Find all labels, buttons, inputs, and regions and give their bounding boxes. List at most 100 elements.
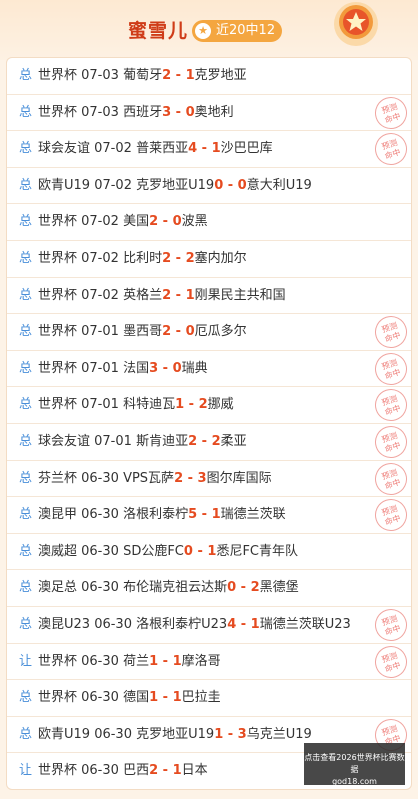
league-name: 澳足总 <box>38 580 82 596</box>
away-team: 厄瓜多尔 <box>194 324 247 340</box>
match-row[interactable]: 总世界杯 07-02 美国2 - 0波黑 <box>7 204 411 241</box>
match-type: 总 <box>19 397 33 413</box>
league-name: 世界杯 <box>38 397 82 413</box>
league-name: 澳昆U23 <box>38 617 95 632</box>
match-row[interactable]: 总芬兰杯 06-30 VPS瓦萨2 - 3图尔库国际 预测 命中 <box>7 458 411 499</box>
match-date: 07-02 <box>81 287 124 303</box>
league-name: 欧青U19 <box>38 177 95 193</box>
match-row[interactable]: 总欧青U19 07-02 克罗地亚U190 - 0意大利U19 <box>7 168 411 205</box>
prediction-hit-stamp: 预测 命中 <box>370 604 411 646</box>
away-team: 日本 <box>181 763 208 779</box>
league-name: 澳威超 <box>38 543 82 559</box>
home-team: 洛根利泰柠 <box>123 507 189 523</box>
league-name: 世界杯 <box>38 214 82 230</box>
match-info: 世界杯 06-30 荷兰1 - 1摩洛哥 <box>38 644 221 680</box>
home-team: 德国 <box>123 690 150 706</box>
away-team: 柔亚 <box>220 434 247 449</box>
match-row[interactable]: 总世界杯 07-03 葡萄牙2 - 1克罗地亚 <box>7 58 411 95</box>
match-date: 07-01 <box>81 397 124 413</box>
match-row[interactable]: 总世界杯 07-03 西班牙3 - 0奥地利 预测 命中 <box>7 92 411 133</box>
match-type: 总 <box>19 324 33 340</box>
away-team: 瑞德兰茨联U23 <box>259 617 351 632</box>
score: 3 - 0 <box>162 104 195 120</box>
home-team: 洛根利泰柠U23 <box>136 617 228 632</box>
match-row[interactable]: 总澳足总 06-30 布伦瑞克祖云达斯0 - 2黑德堡 <box>7 570 411 607</box>
league-name: 世界杯 <box>38 690 82 706</box>
home-team: VPS瓦萨 <box>123 470 175 486</box>
match-row[interactable]: 总球会友谊 07-02 普莱西亚4 - 1沙巴巴库 预测 命中 <box>7 129 411 170</box>
match-row[interactable]: 总世界杯 06-30 德国1 - 1巴拉圭 <box>7 680 411 717</box>
match-row[interactable]: 总世界杯 07-01 法国3 - 0瑞典 预测 命中 <box>7 348 411 389</box>
league-name: 世界杯 <box>38 324 82 340</box>
league-name: 球会友谊 <box>38 141 95 157</box>
match-date: 07-02 <box>94 141 137 157</box>
league-name: 欧青U19 <box>38 726 95 742</box>
match-info: 世界杯 07-02 英格兰2 - 1刚果民主共和国 <box>38 278 286 314</box>
home-team: 英格兰 <box>123 287 163 303</box>
prediction-hit-stamp: 预测 命中 <box>370 641 411 682</box>
match-date: 07-02 <box>81 251 124 266</box>
expert-name: 蜜雪儿 <box>128 20 189 42</box>
match-type: 总 <box>19 470 33 486</box>
match-type: 总 <box>19 251 33 266</box>
match-info: 世界杯 06-30 德国1 - 1巴拉圭 <box>38 680 221 716</box>
match-info: 世界杯 07-01 墨西哥2 - 0厄瓜多尔 <box>38 314 247 350</box>
league-name: 世界杯 <box>38 287 82 303</box>
match-row[interactable]: 总世界杯 07-01 科特迪瓦1 - 2挪威 预测 命中 <box>7 385 411 426</box>
watermark[interactable]: 点击查看2026世界杯比赛数据 god18.com <box>304 743 405 786</box>
score: 1 - 3 <box>214 726 247 742</box>
home-team: SD公鹿FC <box>123 543 184 559</box>
match-row[interactable]: 总澳昆甲 06-30 洛根利泰柠5 - 1瑞德兰茨联 预测 命中 <box>7 495 411 536</box>
match-date: 07-01 <box>81 324 124 340</box>
score: 2 - 3 <box>174 470 207 486</box>
match-row[interactable]: 总澳昆U23 06-30 洛根利泰柠U234 - 1瑞德兰茨联U23 预测 命中 <box>7 604 411 646</box>
home-team: 斯肯迪亚 <box>136 434 189 449</box>
record-badge: ★ 近20中12 <box>192 20 282 42</box>
match-date: 07-02 <box>81 214 124 230</box>
match-type: 让 <box>19 653 33 669</box>
match-row[interactable]: 总球会友谊 07-01 斯肯迪亚2 - 2柔亚 预测 命中 <box>7 421 411 463</box>
league-name: 世界杯 <box>38 68 82 83</box>
league-name: 世界杯 <box>38 653 82 669</box>
home-team: 布伦瑞克祖云达斯 <box>123 580 228 596</box>
home-team: 葡萄牙 <box>123 68 163 83</box>
away-team: 意大利U19 <box>246 177 312 193</box>
home-team: 荷兰 <box>123 653 150 669</box>
match-info: 世界杯 07-03 西班牙3 - 0奥地利 <box>38 95 234 131</box>
home-team: 克罗地亚U19 <box>136 177 215 193</box>
away-team: 波黑 <box>181 214 208 230</box>
league-name: 世界杯 <box>38 104 82 120</box>
match-row[interactable]: 总澳威超 06-30 SD公鹿FC0 - 1悉尼FC青年队 <box>7 534 411 571</box>
score: 4 - 1 <box>188 141 221 157</box>
match-type: 总 <box>19 287 33 303</box>
match-history-list: 总世界杯 07-03 葡萄牙2 - 1克罗地亚总世界杯 07-03 西班牙3 -… <box>6 57 412 790</box>
match-type: 总 <box>19 690 33 706</box>
match-type: 总 <box>19 543 33 559</box>
match-row[interactable]: 总世界杯 07-02 比利时2 - 2塞内加尔 <box>7 241 411 278</box>
match-row[interactable]: 总世界杯 07-02 英格兰2 - 1刚果民主共和国 <box>7 278 411 315</box>
watermark-line2: god18.com <box>332 777 377 786</box>
score: 2 - 1 <box>162 68 195 83</box>
match-type: 总 <box>19 141 33 157</box>
match-date: 06-30 <box>94 726 137 742</box>
match-type: 总 <box>19 580 33 596</box>
match-type: 总 <box>19 617 33 632</box>
match-info: 世界杯 07-01 科特迪瓦1 - 2挪威 <box>38 387 234 423</box>
home-team: 美国 <box>123 214 150 230</box>
score: 2 - 2 <box>188 434 221 449</box>
score: 2 - 0 <box>162 324 195 340</box>
match-row[interactable]: 总世界杯 07-01 墨西哥2 - 0厄瓜多尔 预测 命中 <box>7 312 411 353</box>
prediction-hit-stamp: 预测 命中 <box>370 312 411 353</box>
away-team: 刚果民主共和国 <box>194 287 286 303</box>
match-type: 总 <box>19 104 33 120</box>
league-name: 世界杯 <box>38 763 82 779</box>
league-name: 芬兰杯 <box>38 470 82 486</box>
match-row[interactable]: 让世界杯 06-30 荷兰1 - 1摩洛哥 预测 命中 <box>7 641 411 682</box>
away-team: 沙巴巴库 <box>220 141 273 157</box>
match-date: 07-01 <box>81 360 124 376</box>
prediction-hit-stamp: 预测 命中 <box>370 495 411 536</box>
away-team: 巴拉圭 <box>181 690 221 706</box>
match-info: 欧青U19 06-30 克罗地亚U191 - 3乌克兰U19 <box>38 717 312 753</box>
watermark-line1: 点击查看2026世界杯比赛数据 <box>304 753 405 774</box>
home-team: 普莱西亚 <box>136 141 189 157</box>
